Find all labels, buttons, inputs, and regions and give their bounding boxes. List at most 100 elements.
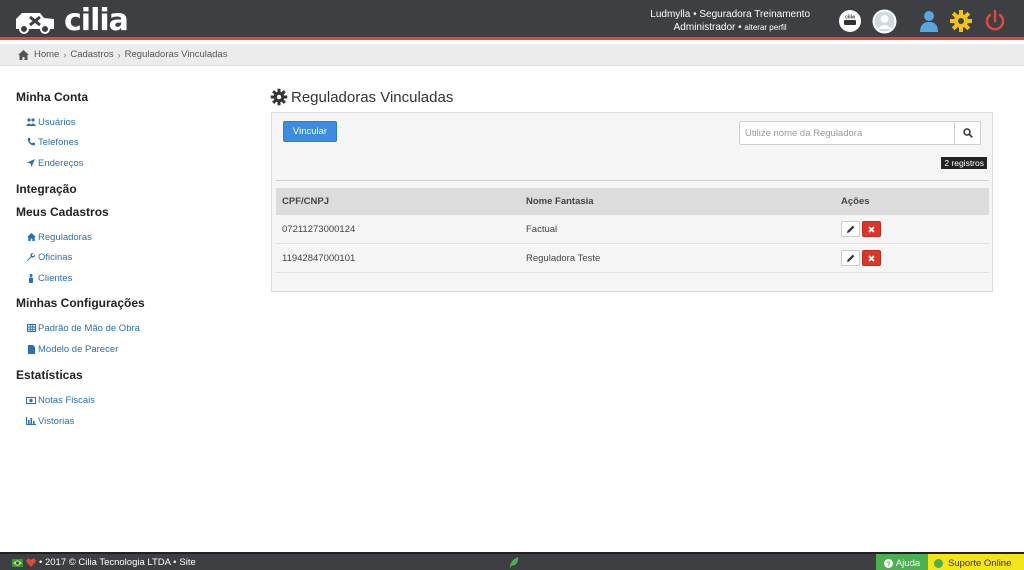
sidebar-item-label: Clientes [38, 272, 73, 284]
cilia-car-logo-icon [16, 13, 54, 34]
location-arrow-icon [26, 158, 36, 168]
edit-button[interactable] [841, 250, 860, 266]
sidebar-item-usuarios[interactable]: Usuários [26, 116, 76, 128]
footer-site-link[interactable]: Site [179, 557, 195, 568]
breadcrumb: Home › Cadastros › Reguladoras Vinculada… [0, 44, 1024, 66]
sidebar-item-notas-fiscais[interactable]: Notas Fiscais [26, 394, 95, 406]
online-status-icon [934, 558, 943, 568]
sidebar-heading-minha-conta: Minha Conta [16, 90, 88, 104]
sidebar-item-label: Vistorias [38, 415, 75, 427]
sidebar-item-telefones[interactable]: Telefones [26, 136, 79, 148]
sidebar-heading-minhas-configuracoes: Minhas Configurações [16, 296, 145, 310]
breadcrumb-cadastros[interactable]: Cadastros [70, 49, 113, 60]
close-icon [868, 225, 875, 233]
cilia-logo[interactable]: cilia [14, 3, 129, 38]
gear-icon [270, 88, 288, 106]
change-profile-link[interactable]: alterar perfil [744, 23, 786, 32]
column-header-nome-fantasia: Nome Fantasia [526, 196, 594, 207]
cell-cnpj: 11942847000101 [282, 252, 356, 264]
reguladoras-table: CPF/CNPJ Nome Fantasia Ações 07211273000… [276, 188, 989, 273]
cell-actions [835, 250, 989, 266]
support-online-button[interactable]: Suporte Online [928, 554, 1024, 570]
user-role: Administrador [673, 22, 736, 33]
footer-info: • 2017 © Cilia Tecnologia LTDA • Site [12, 557, 196, 568]
table-row: 11942847000101 Reguladora Teste [276, 244, 989, 273]
sidebar-item-label: Usuários [38, 116, 76, 128]
breadcrumb-separator-icon: › [117, 49, 121, 60]
logout-power-icon[interactable] [982, 8, 1008, 34]
pencil-icon [846, 254, 854, 262]
table-row: 07211273000124 Factual [276, 215, 989, 244]
edit-button[interactable] [841, 221, 860, 237]
column-header-acoes: Ações [841, 196, 870, 207]
sidebar-item-label: Telefones [38, 136, 79, 148]
sidebar-item-modelo-de-parecer[interactable]: Modelo de Parecer [26, 343, 118, 355]
company-badge-label: cilia [845, 15, 855, 21]
cell-actions [835, 221, 989, 237]
sidebar-item-vistorias[interactable]: Vistorias [26, 415, 74, 427]
breadcrumb-separator-icon: › [63, 49, 67, 60]
table-header: CPF/CNPJ Nome Fantasia Ações [276, 188, 989, 215]
page-title-text: Reguladoras Vinculadas [291, 88, 454, 106]
column-header-cpf-cnpj: CPF/CNPJ [282, 196, 329, 207]
support-online-label: Suporte Online [948, 557, 1012, 569]
sidebar-item-label: Modelo de Parecer [38, 343, 119, 355]
wrench-icon [26, 252, 36, 262]
company-logo-icon[interactable]: cilia [837, 8, 863, 34]
sidebar-item-enderecos[interactable]: Endereços [26, 157, 83, 169]
money-icon [26, 395, 36, 405]
help-button[interactable]: ? Ajuda [876, 554, 928, 570]
brazil-flag-icon [12, 558, 23, 567]
footer: • 2017 © Cilia Tecnologia LTDA • Site ? … [0, 552, 1024, 570]
brand-name: cilia [64, 3, 129, 38]
person-icon [26, 273, 36, 283]
search-input[interactable]: Utilize nome da Reguladora [739, 121, 955, 145]
table-icon [26, 323, 36, 333]
reguladoras-panel: Vincular Utilize nome da Reguladora 2 re… [271, 112, 993, 292]
question-icon: ? [883, 558, 893, 568]
sidebar-item-oficinas[interactable]: Oficinas [26, 251, 72, 263]
home-icon[interactable] [18, 49, 29, 60]
delete-button[interactable] [862, 221, 881, 237]
user-line: Ludmylla • Seguradora Treinamento [650, 9, 810, 20]
sidebar-item-clientes[interactable]: Clientes [26, 272, 72, 284]
sidebar-heading-integracao[interactable]: Integração [16, 182, 77, 196]
sidebar-item-reguladoras[interactable]: Reguladoras [26, 231, 92, 243]
records-count-badge: 2 registros [941, 157, 987, 169]
footer-copyright: • 2017 © Cilia Tecnologia LTDA • [39, 557, 177, 568]
user-info: Ludmylla • Seguradora Treinamento Admini… [650, 8, 810, 34]
vincular-button[interactable]: Vincular [283, 121, 337, 142]
settings-gear-icon[interactable] [948, 8, 974, 34]
sidebar-heading-meus-cadastros: Meus Cadastros [16, 205, 109, 219]
profile-person-icon[interactable] [916, 8, 942, 34]
sidebar-item-label: Oficinas [38, 251, 73, 263]
search-button[interactable] [955, 121, 981, 145]
breadcrumb-current: Reguladoras Vinculadas [124, 49, 228, 60]
divider [276, 180, 989, 181]
svg-text:?: ? [886, 561, 890, 568]
sidebar-heading-estatisticas: Estatísticas [16, 368, 83, 382]
sidebar-item-padrao-mao-de-obra[interactable]: Padrão de Mão de Obra [26, 322, 140, 334]
sidebar-item-label: Padrão de Mão de Obra [38, 322, 140, 334]
cell-nome-fantasia: Factual [526, 223, 558, 235]
leaf-icon [509, 557, 519, 569]
users-icon [26, 117, 36, 127]
close-icon [868, 254, 875, 262]
delete-button[interactable] [862, 250, 881, 266]
breadcrumb-home[interactable]: Home [34, 49, 59, 60]
page-title: Reguladoras Vinculadas [270, 88, 453, 106]
file-icon [26, 344, 36, 354]
user-avatar[interactable] [871, 8, 897, 34]
bar-chart-icon [26, 416, 36, 426]
help-button-label: Ajuda [895, 557, 921, 569]
top-navbar: cilia Ludmylla • Seguradora Treinamento … [0, 0, 1024, 40]
cell-nome-fantasia: Reguladora Teste [526, 252, 601, 264]
heart-icon [26, 558, 36, 567]
search-icon [962, 128, 973, 138]
sidebar-item-label: Notas Fiscais [38, 394, 96, 406]
pencil-icon [846, 225, 854, 233]
home-icon [26, 232, 36, 242]
phone-icon [26, 137, 36, 147]
sidebar-item-label: Reguladoras [38, 231, 92, 243]
cell-cnpj: 07211273000124 [282, 223, 356, 235]
